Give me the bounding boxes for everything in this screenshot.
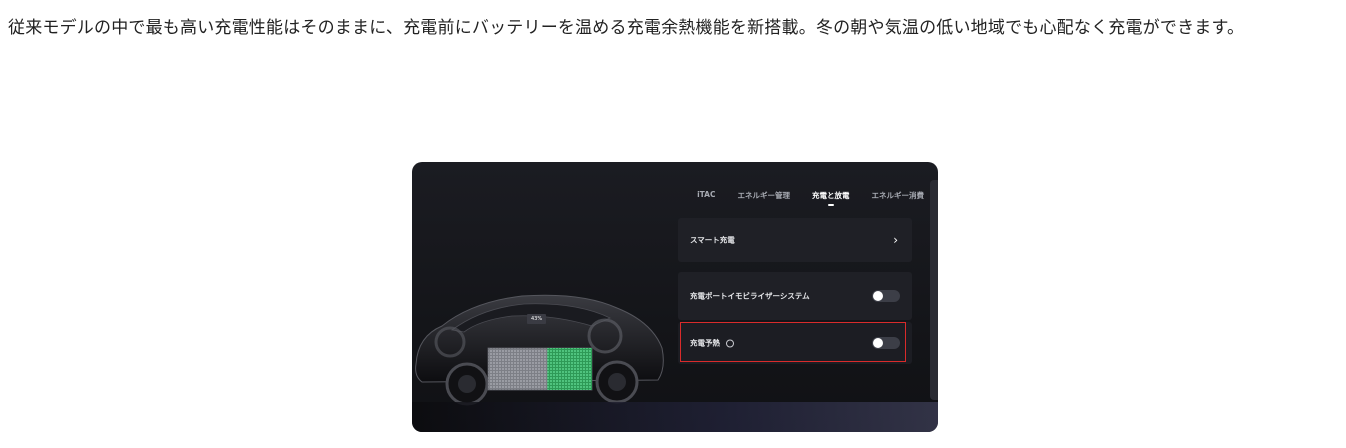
tab-label: 充電と放電 bbox=[812, 191, 850, 200]
vehicle-settings-screen: iTAC エネルギー管理 充電と放電 エネルギー消費 43% スマート充電 › … bbox=[412, 162, 938, 432]
smart-charge-row[interactable]: スマート充電 › bbox=[678, 218, 912, 262]
smart-charge-label: スマート充電 bbox=[690, 235, 735, 245]
tab-energy-management[interactable]: エネルギー管理 bbox=[738, 190, 791, 201]
tab-label: iTAC bbox=[697, 190, 716, 199]
screen-edge bbox=[930, 180, 938, 400]
chevron-right-icon: › bbox=[893, 233, 898, 247]
tab-label: エネルギー消費 bbox=[871, 191, 925, 200]
car-illustration bbox=[415, 294, 664, 406]
highlight-box bbox=[680, 322, 906, 362]
charge-port-immobilizer-label: 充電ポートイモビライザーシステム bbox=[690, 291, 810, 301]
intro-paragraph: 従来モデルの中で最も高い充電性能はそのままに、充電前にバッテリーを温める充電余熱… bbox=[8, 18, 1245, 38]
charge-port-immobilizer-toggle[interactable] bbox=[872, 290, 900, 302]
tab-itac[interactable]: iTAC bbox=[697, 190, 715, 201]
toggle-knob bbox=[873, 291, 883, 301]
tab-charge-discharge[interactable]: 充電と放電 bbox=[812, 190, 850, 206]
battery-fill bbox=[547, 348, 592, 390]
battery-percent-badge: 43% bbox=[527, 314, 547, 324]
battery-pack bbox=[487, 347, 593, 391]
active-tab-indicator bbox=[827, 204, 834, 206]
rear-hub bbox=[608, 373, 626, 391]
front-hub bbox=[458, 375, 476, 393]
screen-bottom-glow bbox=[412, 402, 938, 432]
tab-energy-consumption[interactable]: エネルギー消費 bbox=[872, 190, 925, 201]
charge-port-immobilizer-row: 充電ポートイモビライザーシステム bbox=[678, 272, 912, 320]
tab-bar: iTAC エネルギー管理 充電と放電 エネルギー消費 bbox=[697, 190, 925, 206]
tab-label: エネルギー管理 bbox=[737, 191, 791, 200]
